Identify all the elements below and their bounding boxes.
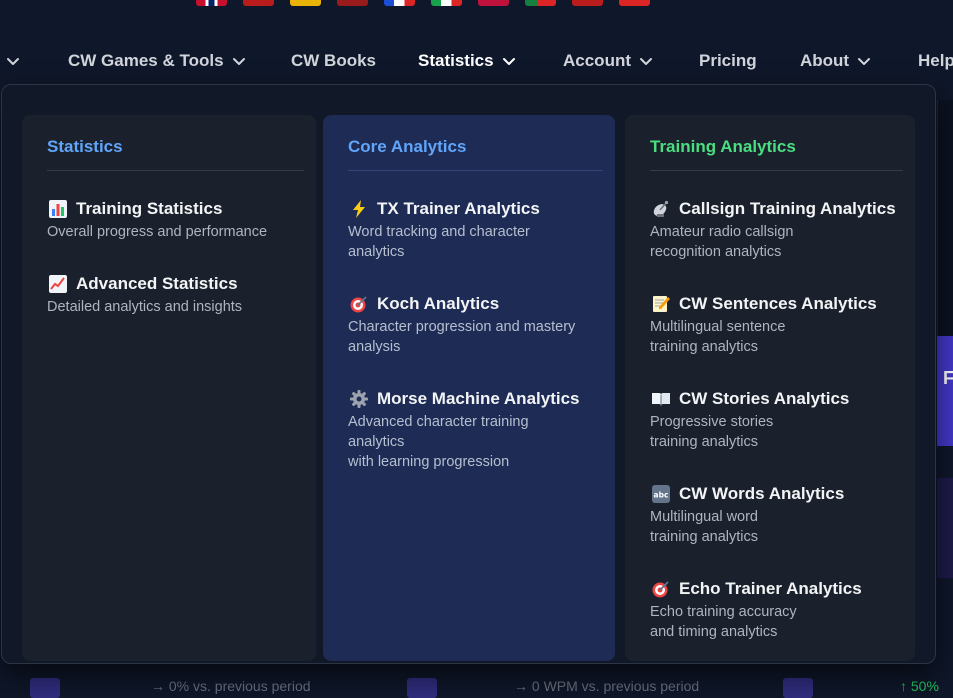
stat-icon	[783, 678, 813, 698]
flag-3[interactable]	[290, 0, 321, 6]
chevron-down-icon	[6, 54, 20, 68]
nav-cw-books[interactable]: CW Books	[291, 38, 376, 84]
flag-4[interactable]	[337, 0, 368, 6]
nav-cw-games-tools[interactable]: CW Games & Tools	[68, 38, 246, 84]
menu-item-title: TX Trainer Analytics	[377, 199, 540, 218]
svg-text:abc: abc	[653, 491, 668, 500]
target-icon	[348, 294, 369, 315]
nav-pricing[interactable]: Pricing	[699, 38, 757, 84]
menu-item-description: Advanced character training analytics wi…	[348, 414, 529, 470]
nav-label: Help	[918, 51, 953, 70]
nav-label: About	[800, 51, 850, 70]
column-heading: Training Analytics	[650, 137, 903, 171]
menu-item-cw-words-analytics[interactable]: abc CW Words Analytics Multilingual word…	[650, 482, 905, 547]
menu-item-description: Detailed analytics and insights	[47, 299, 243, 315]
menu-item-cw-sentences-analytics[interactable]: CW Sentences Analytics Multilingual sent…	[650, 292, 905, 357]
flag-portuguese[interactable]	[525, 0, 556, 6]
menu-item-title: Callsign Training Analytics	[679, 199, 896, 218]
menu-item-title: CW Words Analytics	[679, 484, 845, 503]
nav-label: CW Books	[291, 51, 376, 70]
statistics-dropdown-menu: Statistics Training Statistics Overall p…	[1, 84, 936, 664]
stat-change: → 0 WPM vs. previous period	[514, 678, 700, 694]
stat-icon	[407, 678, 437, 698]
nav-label: Account	[563, 51, 631, 70]
menu-item-title: CW Stories Analytics	[679, 389, 850, 408]
bar-chart-icon	[47, 199, 68, 220]
column-statistics: Statistics Training Statistics Overall p…	[22, 115, 316, 661]
menu-item-callsign-training-analytics[interactable]: Callsign Training Analytics Amateur radi…	[650, 197, 905, 262]
chevron-down-icon	[232, 54, 246, 68]
chevron-down-icon	[639, 54, 653, 68]
chevron-down-icon	[502, 54, 516, 68]
menu-item-koch-analytics[interactable]: Koch Analytics Character progression and…	[348, 292, 605, 357]
memo-icon	[650, 294, 671, 315]
background-stats-row: → 0% vs. previous period → 0 WPM vs. pre…	[0, 676, 953, 698]
menu-item-description: Amateur radio callsign recognition analy…	[650, 224, 794, 260]
menu-item-training-statistics[interactable]: Training Statistics Overall progress and…	[47, 197, 306, 242]
menu-item-cw-stories-analytics[interactable]: CW Stories Analytics Progressive stories…	[650, 387, 905, 452]
nav-overflow-chevron[interactable]	[6, 38, 20, 84]
flag-7[interactable]	[478, 0, 509, 6]
menu-item-description: Multilingual sentence training analytics	[650, 319, 786, 355]
menu-item-title: Koch Analytics	[377, 294, 500, 313]
column-core-analytics: Core Analytics TX Trainer Analytics Word…	[323, 115, 615, 661]
menu-item-description: Progressive stories training analytics	[650, 414, 774, 450]
menu-item-description: Echo training accuracy and timing analyt…	[650, 604, 797, 640]
background-banner: F	[937, 336, 953, 446]
satellite-dish-icon	[650, 199, 671, 220]
menu-item-description: Word tracking and character analytics	[348, 224, 530, 260]
background-panel	[937, 100, 953, 336]
nav-statistics[interactable]: Statistics	[418, 38, 516, 84]
flag-10[interactable]	[619, 0, 650, 6]
flag-2[interactable]	[243, 0, 274, 6]
nav-label: Statistics	[418, 51, 494, 70]
flag-french[interactable]	[384, 0, 415, 6]
menu-item-echo-trainer-analytics[interactable]: Echo Trainer Analytics Echo training acc…	[650, 577, 905, 642]
menu-item-title: Advanced Statistics	[76, 274, 238, 293]
column-heading: Core Analytics	[348, 137, 603, 171]
menu-item-title: Morse Machine Analytics	[377, 389, 580, 408]
nav-label: Pricing	[699, 51, 757, 70]
nav-help[interactable]: Help	[918, 38, 953, 84]
stat-change: ↑ 50%	[900, 678, 939, 694]
flag-9[interactable]	[572, 0, 603, 6]
menu-item-title: CW Sentences Analytics	[679, 294, 877, 313]
menu-item-morse-machine-analytics[interactable]: Morse Machine Analytics Advanced charact…	[348, 387, 605, 472]
menu-item-advanced-statistics[interactable]: Advanced Statistics Detailed analytics a…	[47, 272, 306, 317]
chevron-down-icon	[857, 54, 871, 68]
menu-item-description: Multilingual word training analytics	[650, 509, 758, 545]
lightning-icon	[348, 199, 369, 220]
menu-item-tx-trainer-analytics[interactable]: TX Trainer Analytics Word tracking and c…	[348, 197, 605, 262]
menu-item-title: Training Statistics	[76, 199, 223, 218]
background-card	[937, 478, 953, 578]
banner-letter: F	[943, 368, 953, 388]
abc-icon: abc	[650, 484, 671, 505]
trend-up-icon	[47, 274, 68, 295]
target-icon	[650, 579, 671, 600]
nav-label: CW Games & Tools	[68, 51, 224, 70]
open-book-icon	[650, 389, 671, 410]
menu-item-title: Echo Trainer Analytics	[679, 579, 862, 598]
nav-about[interactable]: About	[800, 38, 871, 84]
nav-account[interactable]: Account	[563, 38, 653, 84]
stat-change: → 0% vs. previous period	[151, 678, 311, 694]
flag-italian[interactable]	[431, 0, 462, 6]
menu-item-description: Overall progress and performance	[47, 224, 268, 240]
column-heading: Statistics	[47, 137, 304, 171]
main-nav: CW Games & Tools CW Books Statistics Acc…	[0, 38, 953, 84]
gear-icon	[348, 389, 369, 410]
flag-english[interactable]	[196, 0, 227, 6]
menu-item-description: Character progression and mastery analys…	[348, 319, 576, 355]
column-training-analytics: Training Analytics Callsign Training Ana…	[625, 115, 915, 661]
language-flags	[196, 0, 650, 8]
stat-icon	[30, 678, 60, 698]
